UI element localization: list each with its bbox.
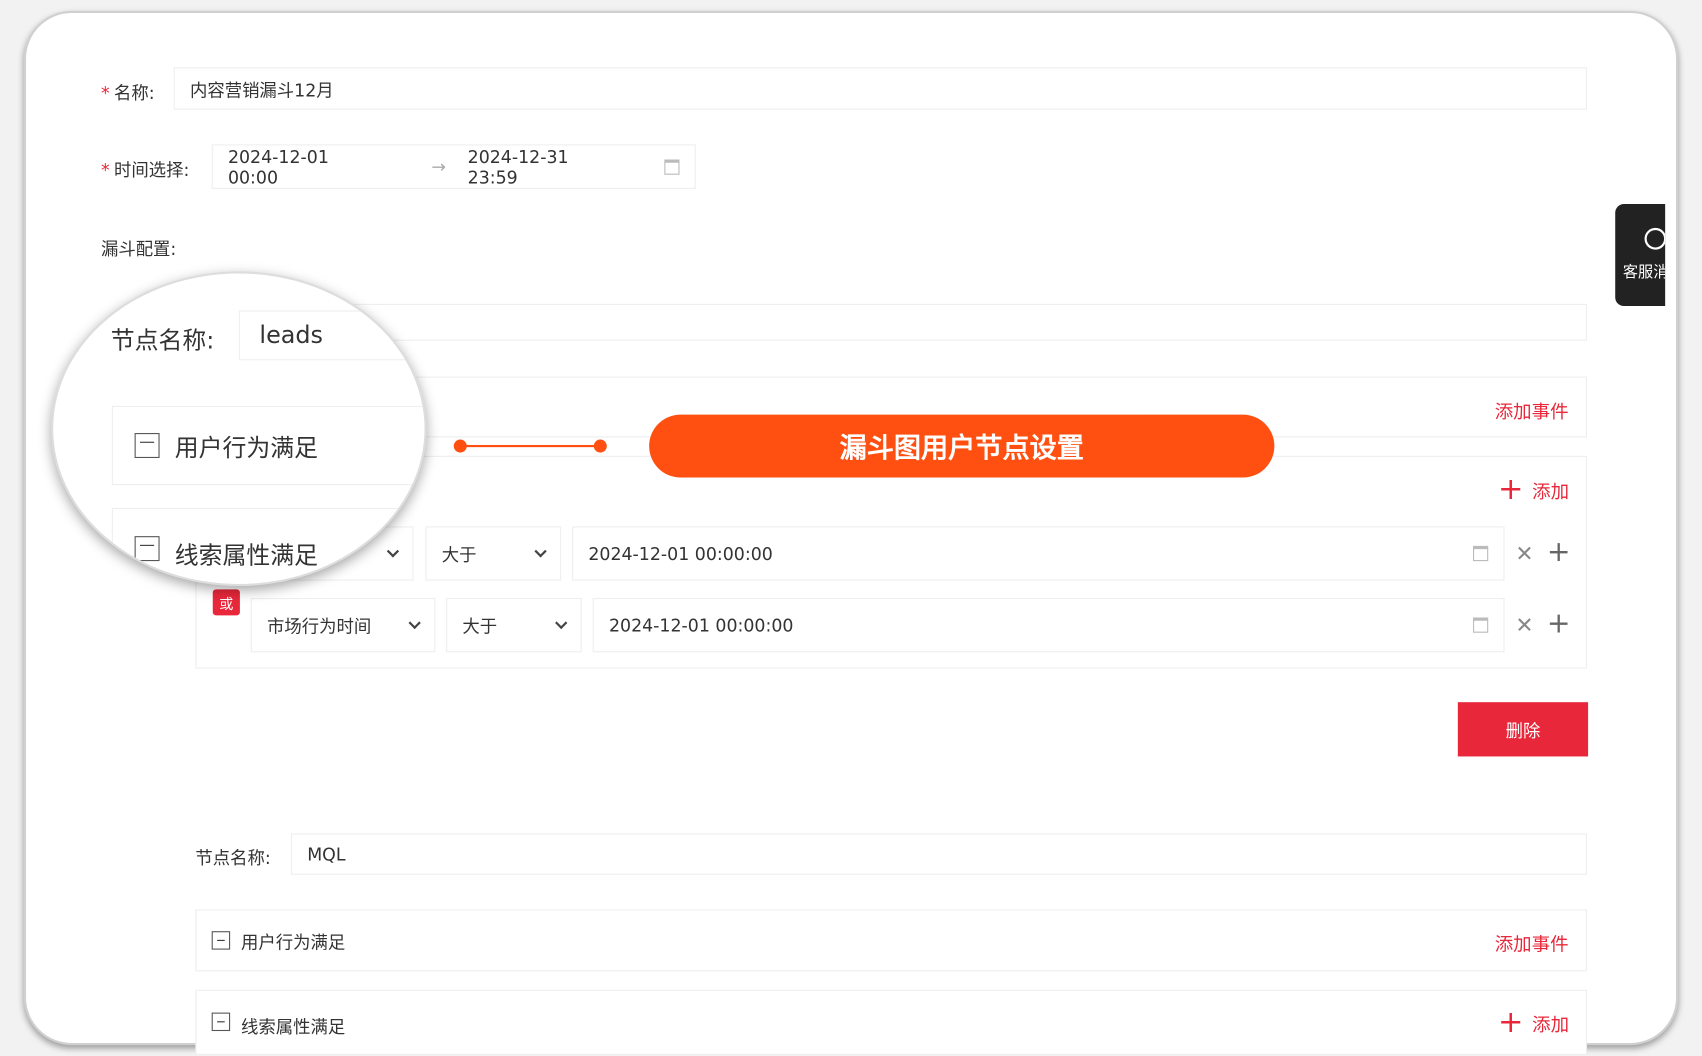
customer-service-tab[interactable]: 客服消息 bbox=[1615, 204, 1666, 307]
node-name-label: 节点名称: bbox=[195, 847, 271, 869]
node-name-value: leads bbox=[259, 321, 324, 349]
behavior-section-zoomed: 用户行为满足 bbox=[111, 405, 425, 486]
time-start[interactable]: 2024-12-01 00:00 bbox=[228, 146, 381, 187]
operator-value: 大于 bbox=[441, 544, 477, 566]
field-select[interactable]: 市场行为时间 bbox=[250, 598, 436, 653]
name-label: * 名称: bbox=[100, 82, 155, 104]
collapse-icon[interactable] bbox=[211, 1012, 231, 1032]
callout-label: 漏斗图用户节点设置 bbox=[649, 414, 1275, 478]
behavior-title: 用户行为满足 bbox=[240, 931, 346, 953]
calendar-icon[interactable] bbox=[1473, 545, 1489, 562]
date-value: 2024-12-01 00:00:00 bbox=[588, 543, 773, 564]
plus-icon: + bbox=[1497, 1003, 1524, 1040]
add-label: 添加 bbox=[1532, 1014, 1570, 1036]
field-value: 市场行为时间 bbox=[267, 616, 372, 638]
attribute-section-zoomed: 线索属性满足 bbox=[111, 507, 425, 584]
date-value-input[interactable]: 2024-12-01 00:00:00 bbox=[592, 598, 1505, 653]
behavior-section: 用户行为满足 bbox=[195, 909, 1588, 972]
chat-bubble-icon bbox=[1644, 227, 1666, 250]
add-condition-button[interactable]: + 添加 bbox=[1498, 1007, 1569, 1037]
arrow-right-icon: → bbox=[431, 156, 446, 177]
add-condition-button[interactable]: + 添加 bbox=[1498, 474, 1569, 504]
time-range-picker[interactable]: 2024-12-01 00:00 → 2024-12-31 23:59 bbox=[211, 144, 696, 189]
connector-dot bbox=[453, 439, 467, 453]
operator-select[interactable]: 大于 bbox=[425, 526, 562, 581]
behavior-title: 用户行为满足 bbox=[174, 434, 319, 462]
or-badge[interactable]: 或 bbox=[212, 589, 240, 616]
remove-condition-icon[interactable]: ✕ bbox=[1515, 612, 1533, 638]
attribute-title: 线索属性满足 bbox=[174, 542, 319, 570]
operator-value: 大于 bbox=[462, 616, 498, 638]
collapse-icon[interactable] bbox=[134, 536, 160, 562]
delete-button[interactable]: 删除 bbox=[1457, 702, 1589, 757]
add-label: 添加 bbox=[1532, 481, 1570, 504]
time-label-text: 时间选择: bbox=[113, 159, 190, 181]
chevron-down-icon bbox=[408, 616, 421, 630]
funnel-config-label: 漏斗配置: bbox=[100, 238, 177, 260]
name-label-text: 名称: bbox=[113, 82, 155, 104]
date-value: 2024-12-01 00:00:00 bbox=[608, 614, 794, 636]
add-condition-icon[interactable]: + bbox=[1547, 536, 1571, 569]
name-value: 内容营销漏斗12月 bbox=[189, 79, 334, 101]
node-name-input[interactable]: MQL bbox=[290, 833, 1588, 875]
name-input[interactable]: 内容营销漏斗12月 bbox=[173, 67, 1588, 110]
date-value-input[interactable]: 2024-12-01 00:00:00 bbox=[572, 526, 1505, 581]
attribute-section: 线索属性满足 bbox=[195, 989, 1588, 1055]
node-name-input[interactable] bbox=[293, 303, 1588, 341]
node-name-input-zoomed[interactable]: leads bbox=[238, 310, 425, 361]
chevron-down-icon bbox=[534, 545, 547, 558]
plus-icon: + bbox=[1497, 471, 1524, 507]
add-event-link[interactable]: 添加事件 bbox=[1495, 396, 1569, 424]
connector-line bbox=[460, 444, 602, 448]
node-name-label: 节点名称: bbox=[110, 327, 215, 355]
collapse-icon[interactable] bbox=[134, 433, 160, 458]
magnifier-callout: 节点名称: leads 用户行为满足 线索属性满足 bbox=[51, 271, 427, 587]
connector-dot bbox=[593, 439, 607, 453]
attribute-title: 线索属性满足 bbox=[240, 1016, 346, 1038]
add-event-link[interactable]: 添加事件 bbox=[1495, 929, 1569, 956]
time-label: * 时间选择: bbox=[100, 159, 190, 181]
time-end[interactable]: 2024-12-31 23:59 bbox=[468, 146, 621, 187]
calendar-icon[interactable] bbox=[664, 158, 680, 175]
operator-select[interactable]: 大于 bbox=[446, 598, 582, 653]
remove-condition-icon[interactable]: ✕ bbox=[1515, 540, 1533, 566]
add-condition-icon[interactable]: + bbox=[1547, 608, 1571, 641]
calendar-icon[interactable] bbox=[1473, 617, 1489, 633]
chevron-down-icon bbox=[555, 616, 568, 630]
collapse-icon[interactable] bbox=[211, 931, 231, 950]
customer-service-label: 客服消息 bbox=[1622, 263, 1665, 282]
node-name-value: MQL bbox=[307, 843, 346, 865]
